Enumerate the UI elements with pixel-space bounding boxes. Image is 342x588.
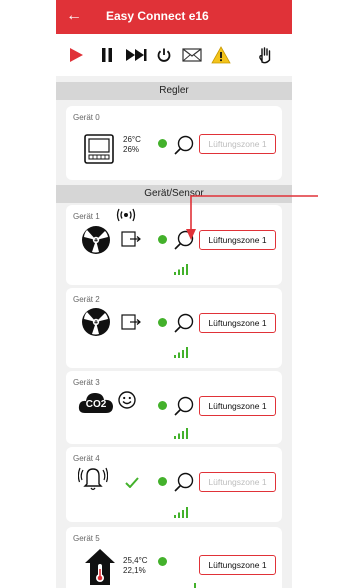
status-dot	[158, 139, 167, 148]
status-dot	[158, 401, 167, 410]
humidity-value: 22,1%	[123, 566, 146, 575]
zone-select[interactable]: Lüftungszone 1	[199, 555, 276, 575]
regler-card[interactable]: Gerät 0 26°C 26% Lüftungszone 1	[66, 106, 282, 180]
search-icon[interactable]	[173, 471, 195, 498]
device-label: Gerät 4	[73, 454, 100, 463]
app-header: ← Easy Connect e16	[56, 0, 292, 34]
device-card[interactable]: Gerät 5 25,4°C 22,1% Lüftungszone 1	[66, 527, 282, 588]
section-header-regler: Regler	[56, 82, 292, 100]
checkmark-icon	[125, 475, 139, 493]
temperature-value: 25,4°C	[123, 556, 148, 565]
radio-signal-icon	[116, 208, 136, 227]
mail-icon[interactable]	[181, 45, 203, 65]
zone-select[interactable]: Lüftungszone 1	[199, 134, 276, 154]
device-card[interactable]: Gerät 3 CO2 Lüftungszone 1	[66, 371, 282, 444]
zone-select[interactable]: Lüftungszone 1	[199, 396, 276, 416]
app-title: Easy Connect e16	[106, 9, 209, 23]
zone-select[interactable]: Lüftungszone 1	[199, 472, 276, 492]
hand-icon[interactable]	[256, 45, 274, 65]
co2-cloud-icon: CO2	[78, 389, 114, 415]
search-icon[interactable]	[173, 395, 195, 422]
device-card[interactable]: Gerät 2 Lüftungszone 1	[66, 288, 282, 368]
fan-icon	[81, 225, 111, 260]
section-header-geraet-sensor: Gerät/Sensor	[56, 185, 292, 203]
warning-icon[interactable]	[210, 45, 232, 65]
signal-strength-icon	[174, 345, 188, 358]
back-arrow-icon[interactable]: ←	[66, 7, 82, 25]
bell-alarm-icon	[77, 464, 109, 497]
status-dot	[158, 318, 167, 327]
search-icon[interactable]	[173, 134, 195, 161]
status-dot	[158, 557, 167, 566]
fan-icon	[81, 307, 111, 342]
smiley-icon	[118, 391, 136, 414]
device-label: Gerät 0	[73, 113, 100, 122]
search-icon[interactable]	[173, 312, 195, 339]
fast-forward-icon[interactable]	[123, 45, 149, 65]
zone-select[interactable]: Lüftungszone 1	[199, 230, 276, 250]
temperature-value: 26°C	[123, 135, 141, 144]
status-dot	[158, 235, 167, 244]
device-label: Gerät 3	[73, 378, 100, 387]
signal-strength-icon	[182, 581, 196, 588]
signal-strength-icon	[174, 426, 188, 439]
device-output-icon	[121, 230, 141, 253]
device-label: Gerät 5	[73, 534, 100, 543]
pause-icon[interactable]	[97, 45, 117, 65]
zone-select[interactable]: Lüftungszone 1	[199, 313, 276, 333]
status-dot	[158, 477, 167, 486]
house-thermometer-icon	[84, 548, 116, 588]
device-card[interactable]: Gerät 1 Lüftungszone 1	[66, 205, 282, 285]
co2-text: CO2	[85, 399, 107, 410]
signal-strength-icon	[174, 262, 188, 275]
device-label: Gerät 2	[73, 295, 100, 304]
thermostat-icon	[84, 134, 114, 169]
device-label: Gerät 1	[73, 212, 100, 221]
device-output-icon	[121, 313, 141, 336]
device-card[interactable]: Gerät 4 Lüftungszone 1	[66, 447, 282, 522]
search-icon[interactable]	[173, 229, 195, 256]
play-icon[interactable]	[66, 45, 86, 65]
app-screen: ← Easy Connect e16 Regler Gerät 0 26°C 2…	[56, 0, 292, 588]
signal-strength-icon	[174, 505, 188, 518]
power-icon[interactable]	[154, 45, 174, 65]
humidity-value: 26%	[123, 145, 140, 154]
toolbar	[56, 34, 292, 76]
